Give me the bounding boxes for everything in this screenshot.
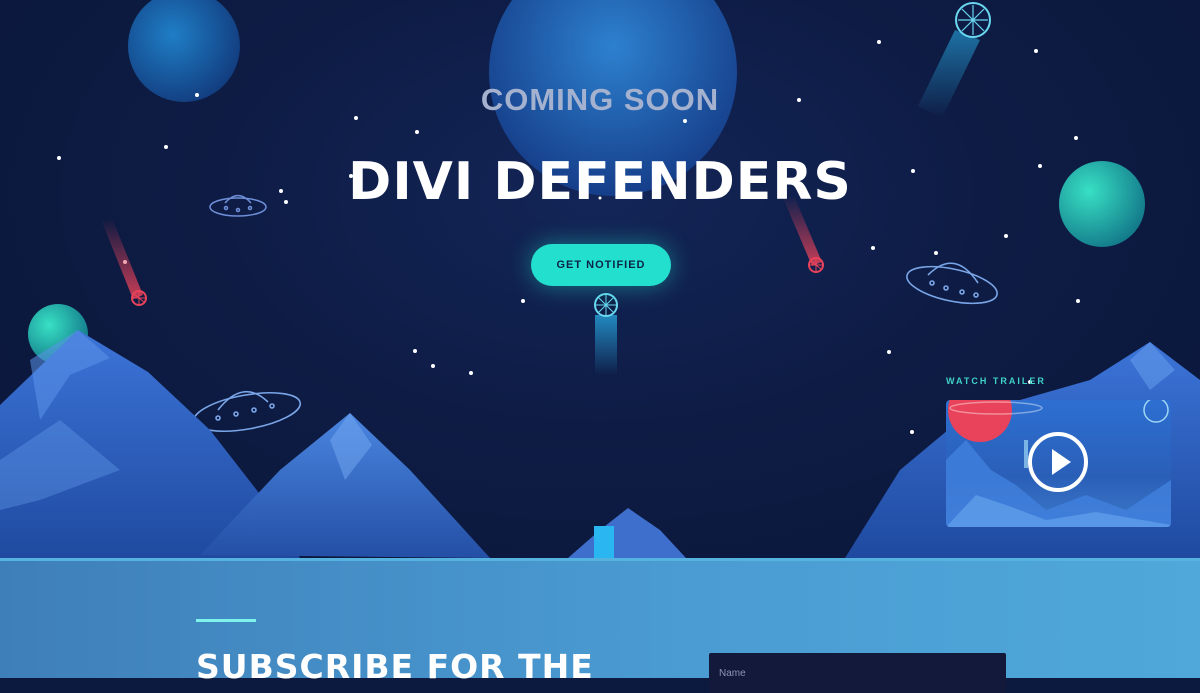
page-title: DIVI DEFENDERS	[348, 152, 852, 212]
coming-soon-label: COMING SOON	[480, 82, 720, 117]
name-input[interactable]	[709, 653, 1006, 693]
watch-trailer-label: WATCH TRAILER	[946, 376, 1046, 386]
play-icon[interactable]	[1028, 432, 1088, 492]
heading-accent-line	[196, 619, 256, 622]
get-notified-button[interactable]: GET NOTIFIED	[531, 244, 671, 286]
trailer-video-thumbnail[interactable]	[946, 400, 1171, 527]
subscribe-section: SUBSCRIBE FOR THE	[0, 558, 1200, 693]
meteor-red-left	[102, 218, 147, 306]
subscribe-heading: SUBSCRIBE FOR THE	[196, 647, 594, 686]
hero-section: COMING SOON DIVI DEFENDERS GET NOTIFIED …	[0, 0, 1200, 558]
meteor-blue-center	[594, 293, 618, 375]
ufo-right	[906, 262, 998, 305]
